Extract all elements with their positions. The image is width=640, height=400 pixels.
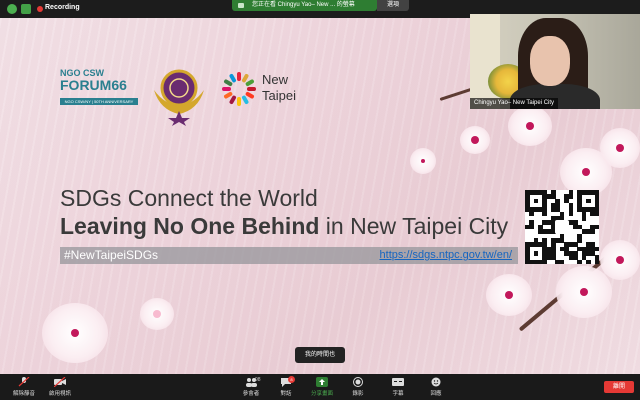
qr-module <box>594 246 600 252</box>
microphone-muted-icon <box>18 377 30 387</box>
qr-module <box>529 211 534 217</box>
cherry-blossom <box>556 266 612 318</box>
participants-button[interactable]: 98 參會者 <box>231 377 271 399</box>
qr-module <box>585 198 591 204</box>
qr-module <box>529 224 534 230</box>
video-person-face <box>530 36 570 86</box>
participant-name-label: Chingyu Yao– New Taipei City <box>470 98 559 109</box>
slide-subtitle-rest: in New Taipei City <box>319 213 509 239</box>
sdg-wheel-icon <box>222 72 256 106</box>
view-options-button[interactable]: 選項 <box>377 0 409 11</box>
meeting-controls-bar: 解除靜音 啟用視訊 98 參會者 8 對話 分享畫面 錄影 字幕 回應 <box>0 374 640 400</box>
captions-button[interactable]: 字幕 <box>378 377 418 399</box>
share-screen-icon <box>316 377 328 387</box>
qr-module <box>585 259 591 265</box>
record-label: 錄影 <box>352 391 364 397</box>
start-video-button[interactable]: 啟用視訊 <box>40 377 80 399</box>
cherry-blossom <box>600 240 640 280</box>
ntp-line-2: Taipei <box>262 88 296 103</box>
cherry-blossom <box>460 126 490 154</box>
cherry-blossom <box>410 148 436 174</box>
cherry-blossom <box>600 128 640 168</box>
qr-module <box>577 259 582 265</box>
qr-module <box>542 259 548 265</box>
hashtag-bar: #NewTaipeiSDGs https://sdgs.ntpc.gov.tw/… <box>60 247 518 264</box>
record-icon <box>353 377 363 387</box>
slide-subtitle: Leaving No One Behind in New Taipei City <box>60 213 508 240</box>
reactions-label: 回應 <box>430 391 442 397</box>
ngo-logo-forum: FORUM66 <box>60 77 127 93</box>
cherry-blossom <box>140 298 174 330</box>
captions-label: 字幕 <box>392 391 404 397</box>
ngo-csw-forum-logo: NGO CSW FORUM66 NGO CSW/NY | 50TH ANNIVE… <box>60 68 140 108</box>
qr-module <box>581 216 587 221</box>
ntp-line-1: New <box>262 72 289 87</box>
camera-off-icon <box>54 377 66 387</box>
emblem-logo <box>154 69 204 126</box>
cherry-blossom <box>486 274 532 316</box>
slide-subtitle-bold: Leaving No One Behind <box>60 213 320 239</box>
shield-icon[interactable] <box>21 4 31 14</box>
participants-count: 98 <box>255 377 261 383</box>
qr-module <box>577 237 582 243</box>
qr-module <box>594 224 600 230</box>
chat-badge: 8 <box>288 376 295 383</box>
qr-module <box>590 229 595 234</box>
ngo-logo-strip: NGO CSW/NY | 50TH ANNIVERSARY <box>60 98 138 105</box>
recording-label: Recording <box>45 4 80 11</box>
qr-module <box>568 194 574 199</box>
recording-icon <box>37 6 43 12</box>
unmute-button[interactable]: 解除靜音 <box>4 377 44 399</box>
share-screen-label: 分享畫面 <box>310 391 333 397</box>
screen-share-banner: 您正在看 Chingyu Yao– New ... 的螢幕 <box>232 0 377 11</box>
caption-tooltip: 我的時間也 <box>295 347 345 363</box>
reactions-button[interactable]: 回應 <box>416 377 456 399</box>
captions-icon <box>392 378 404 386</box>
unmute-label: 解除靜音 <box>12 391 35 397</box>
qr-module <box>533 250 539 256</box>
screen-share-text: 您正在看 Chingyu Yao– New ... 的螢幕 <box>252 2 355 8</box>
info-icon[interactable] <box>7 4 17 14</box>
qr-module <box>533 198 539 204</box>
qr-module <box>594 259 600 265</box>
hashtag-text: #NewTaipeiSDGs <box>64 248 159 262</box>
record-button[interactable]: 錄影 <box>338 377 378 399</box>
chat-label: 對話 <box>280 391 292 397</box>
qr-center-logo <box>555 220 569 234</box>
new-taipei-logo-text: New Taipei <box>262 72 296 104</box>
start-video-label: 啟用視訊 <box>48 391 71 397</box>
cherry-blossom <box>508 106 552 146</box>
cherry-blossom <box>42 303 108 363</box>
reactions-icon <box>431 377 441 387</box>
new-taipei-logo: New Taipei <box>220 70 310 120</box>
chat-button[interactable]: 8 對話 <box>266 376 306 399</box>
qr-module <box>542 211 548 217</box>
qr-module <box>559 259 565 265</box>
qr-code <box>525 190 600 265</box>
participants-label: 參會者 <box>242 391 260 397</box>
qr-module <box>594 211 600 217</box>
qr-module <box>568 211 574 217</box>
screen-share-icon <box>238 3 244 8</box>
slide-title: SDGs Connect the World <box>60 185 318 211</box>
participant-video[interactable]: Chingyu Yao– New Taipei City <box>470 14 640 109</box>
sdgs-url-link[interactable]: https://sdgs.ntpc.gov.tw/en/ <box>380 249 512 261</box>
share-screen-button[interactable]: 分享畫面 <box>302 377 342 399</box>
leave-meeting-button[interactable]: 離開 <box>604 381 634 393</box>
